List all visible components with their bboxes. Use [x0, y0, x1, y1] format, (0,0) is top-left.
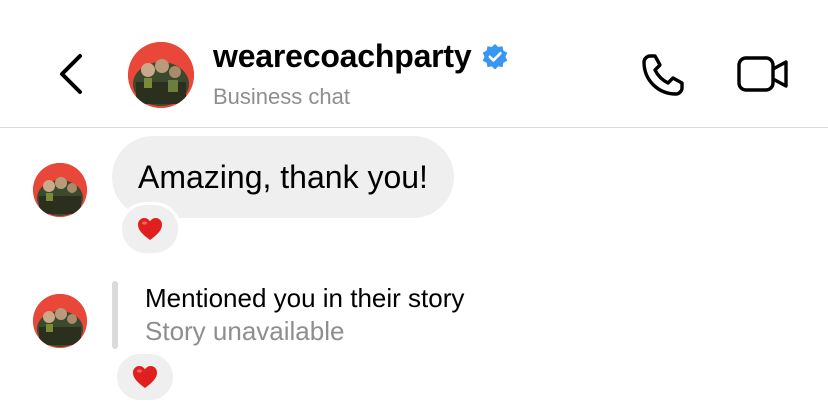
story-mention-title[interactable]: Mentioned you in their story — [145, 283, 464, 314]
story-status: Story unavailable — [145, 316, 345, 346]
verified-badge-icon — [483, 43, 508, 69]
reaction-badge[interactable] — [114, 351, 176, 403]
title-row[interactable]: wearecoachparty — [213, 38, 509, 75]
avatar-photo — [33, 294, 87, 348]
video-call-button[interactable] — [736, 54, 790, 94]
chat-header: wearecoachparty Business chat — [0, 0, 828, 128]
avatar[interactable] — [128, 42, 194, 108]
avatar-photo — [128, 42, 194, 108]
heart-reaction-icon — [138, 218, 162, 240]
audio-call-button[interactable] — [638, 50, 690, 100]
dm-thread-screen: wearecoachparty Business chat Amazing, t… — [0, 0, 828, 413]
back-button[interactable] — [52, 50, 92, 98]
phone-icon — [642, 54, 684, 96]
video-camera-icon — [737, 56, 788, 92]
heart-reaction-icon — [133, 366, 157, 388]
chat-username[interactable]: wearecoachparty — [213, 38, 472, 75]
story-mention-bar — [112, 281, 118, 349]
avatar-photo — [33, 163, 87, 217]
chat-subtitle: Business chat — [213, 84, 350, 109]
message-text: Amazing, thank you! — [138, 158, 428, 195]
sender-avatar[interactable] — [33, 294, 87, 348]
sender-avatar[interactable] — [33, 163, 87, 217]
reaction-badge[interactable] — [119, 202, 181, 256]
chevron-left-icon — [60, 54, 82, 94]
